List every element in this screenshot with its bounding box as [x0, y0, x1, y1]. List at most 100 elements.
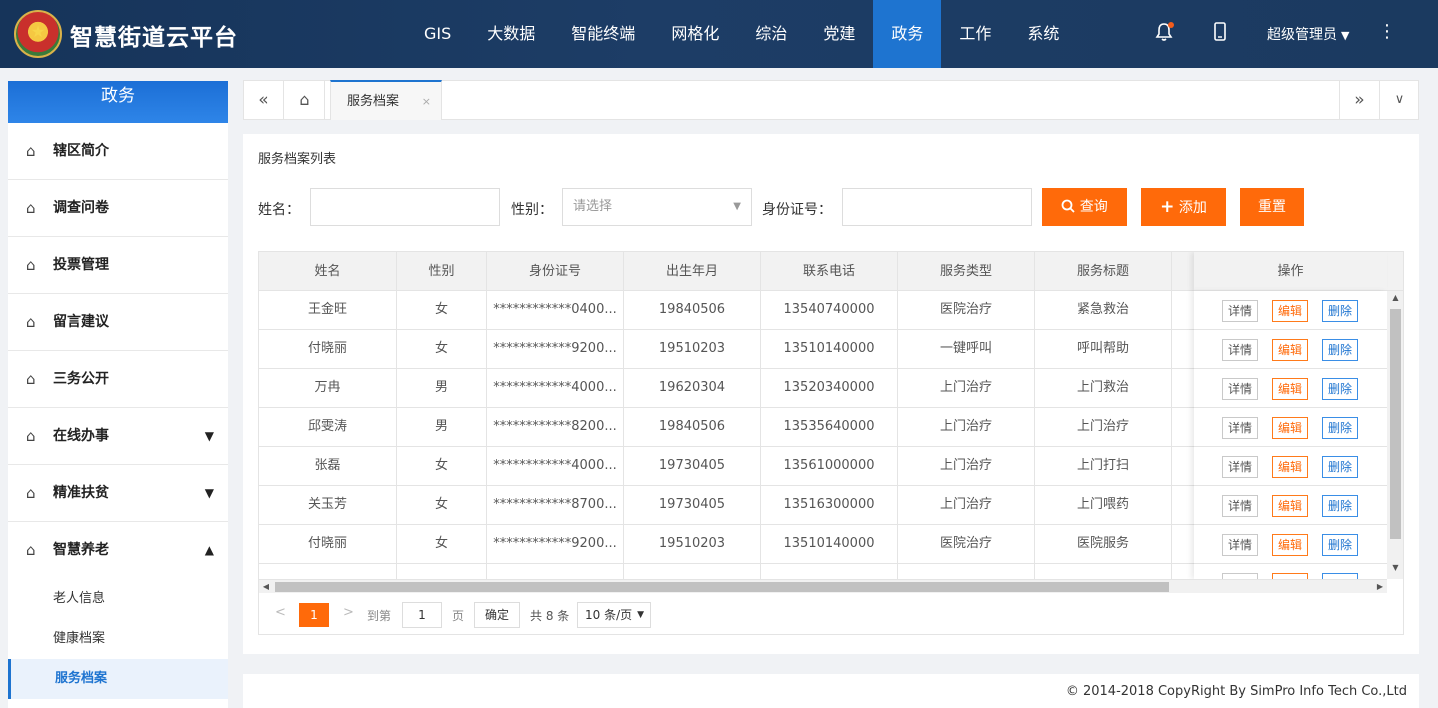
nav-governance[interactable]: 综治 — [737, 0, 805, 68]
sidebar-item-suggestions[interactable]: ⌂ 留言建议 — [8, 294, 228, 351]
nav-party[interactable]: 党建 — [805, 0, 873, 68]
next-page-icon[interactable]: > — [343, 605, 354, 620]
sidebar-item-survey[interactable]: ⌂ 调查问卷 — [8, 180, 228, 237]
cell-name: 万冉 — [259, 369, 397, 407]
sidebar-subitem-elderly-info[interactable]: 老人信息 — [8, 579, 228, 619]
gender-placeholder: 请选择 — [573, 199, 613, 214]
vertical-scrollbar[interactable]: ▲ ▼ — [1387, 291, 1403, 579]
goto-page-input[interactable]: 1 — [402, 602, 442, 628]
emblem-logo: ★ — [14, 10, 62, 58]
more-vertical-icon[interactable]: ⋮ — [1378, 21, 1396, 42]
page-number-current[interactable]: 1 — [299, 603, 329, 627]
sidebar-item-district-intro[interactable]: ⌂ 辖区简介 — [8, 123, 228, 180]
delete-button[interactable]: 删除 — [1322, 339, 1358, 361]
goto-confirm-button[interactable]: 确定 — [474, 602, 520, 628]
cell-id-number: ************4000... — [487, 447, 624, 485]
nav-grid[interactable]: 网格化 — [653, 0, 737, 68]
chevron-down-icon[interactable]: ∨ — [1379, 81, 1419, 119]
add-button[interactable]: + 添加 — [1141, 188, 1226, 226]
cell-birth-date: 19620304 — [624, 369, 761, 407]
gender-select[interactable]: 请选择 ▼ — [562, 188, 752, 226]
cell-service-title: 上门治疗 — [1035, 408, 1172, 446]
sidebar-item-poverty-alleviation[interactable]: ⌂ 精准扶贫 ▼ — [8, 465, 228, 522]
name-input[interactable] — [310, 188, 500, 226]
close-icon[interactable]: × — [422, 82, 431, 122]
main-nav: GIS 大数据 智能终端 网格化 综治 党建 政务 工作 系统 — [406, 0, 1077, 68]
cell-service-type: 上门治疗 — [898, 486, 1035, 524]
tab-label: 服务档案 — [347, 94, 400, 109]
detail-button[interactable]: 详情 — [1222, 417, 1258, 439]
detail-button[interactable]: 详情 — [1222, 339, 1258, 361]
sidebar-item-public-affairs[interactable]: ⌂ 三务公开 — [8, 351, 228, 408]
sidebar-subitem-health-records[interactable]: 健康档案 — [8, 619, 228, 659]
delete-button[interactable]: 删除 — [1322, 456, 1358, 478]
edit-button[interactable]: 编辑 — [1272, 456, 1308, 478]
delete-button[interactable]: 删除 — [1322, 534, 1358, 556]
nav-smart-terminal[interactable]: 智能终端 — [553, 0, 653, 68]
scroll-up-icon[interactable]: ▲ — [1387, 293, 1403, 302]
bell-icon[interactable] — [1153, 22, 1175, 46]
nav-work[interactable]: 工作 — [941, 0, 1009, 68]
nav-system[interactable]: 系统 — [1009, 0, 1077, 68]
horizontal-scroll-thumb[interactable] — [275, 582, 1169, 592]
cell-empty — [898, 564, 1035, 579]
delete-button[interactable]: 删除 — [1322, 378, 1358, 400]
cell-gender: 女 — [397, 525, 487, 563]
cell-phone: 13516300000 — [761, 486, 898, 524]
delete-button[interactable]: 删除 — [1322, 417, 1358, 439]
detail-button[interactable]: 详情 — [1222, 495, 1258, 517]
delete-button[interactable]: 删除 — [1322, 300, 1358, 322]
edit-button[interactable]: 编辑 — [1272, 339, 1308, 361]
sidebar: 政务 ⌂ 辖区简介 ⌂ 调查问卷 ⌂ 投票管理 ⌂ 留言建议 ⌂ 三务公开 ⌂ 在线办事 ▼… — [8, 81, 228, 708]
edit-button[interactable]: 编辑 — [1272, 300, 1308, 322]
nav-gis[interactable]: GIS — [406, 0, 469, 68]
sidebar-item-label: 精准扶贫 — [53, 485, 109, 501]
id-number-input[interactable] — [842, 188, 1032, 226]
detail-button[interactable]: 详情 — [1222, 300, 1258, 322]
nav-bigdata[interactable]: 大数据 — [469, 0, 553, 68]
edit-button[interactable]: 编辑 — [1272, 417, 1308, 439]
scroll-tabs-right-icon[interactable]: » — [1339, 81, 1379, 119]
copyright-text: © 2014-2018 CopyRight By SimPro Info Tec… — [1065, 684, 1407, 699]
cell-gender: 女 — [397, 486, 487, 524]
cell-service-type: 一键呼叫 — [898, 330, 1035, 368]
tab-service-records[interactable]: 服务档案 × — [330, 80, 442, 120]
delete-button[interactable]: 删除 — [1322, 495, 1358, 517]
caret-down-icon: ▼ — [204, 429, 214, 443]
scroll-down-icon[interactable]: ▼ — [1387, 563, 1403, 572]
footer: © 2014-2018 CopyRight By SimPro Info Tec… — [243, 674, 1419, 708]
cell-name: 邱雯涛 — [259, 408, 397, 446]
cell-phone: 13561000000 — [761, 447, 898, 485]
scroll-right-icon[interactable]: ▶ — [1373, 580, 1387, 594]
sidebar-item-voting[interactable]: ⌂ 投票管理 — [8, 237, 228, 294]
home-icon: ⌂ — [26, 484, 36, 502]
cell-id-number: ************0400... — [487, 291, 624, 329]
edit-button[interactable]: 编辑 — [1272, 378, 1308, 400]
plus-icon: + — [1160, 197, 1175, 217]
scroll-left-icon[interactable]: ◀ — [259, 580, 273, 594]
sidebar-item-smart-elderly-care[interactable]: ⌂ 智慧养老 ▲ — [8, 522, 228, 579]
home-tab-icon[interactable]: ⌂ — [285, 81, 325, 119]
user-menu[interactable]: 超级管理员 ▼ — [1267, 24, 1349, 44]
vertical-scroll-thumb[interactable] — [1390, 309, 1401, 539]
page-size-select[interactable]: 10 条/页 ▼ — [577, 602, 651, 628]
actions-row: 详情 编辑 删除 — [1194, 408, 1387, 447]
edit-button[interactable]: 编辑 — [1272, 495, 1308, 517]
nav-government-affairs[interactable]: 政务 — [873, 0, 942, 68]
search-button[interactable]: 查询 — [1042, 188, 1127, 226]
detail-button[interactable]: 详情 — [1222, 456, 1258, 478]
sidebar-item-online-services[interactable]: ⌂ 在线办事 ▼ — [8, 408, 228, 465]
scroll-tabs-left-icon[interactable]: « — [244, 81, 284, 119]
search-icon — [1061, 199, 1075, 213]
detail-button[interactable]: 详情 — [1222, 378, 1258, 400]
detail-button[interactable]: 详情 — [1222, 534, 1258, 556]
caret-down-icon: ▼ — [1341, 29, 1350, 42]
mobile-icon[interactable] — [1209, 22, 1231, 46]
actions-row: 详情 编辑 删除 — [1194, 369, 1387, 408]
cell-id-number: ************8700... — [487, 486, 624, 524]
reset-button[interactable]: 重置 — [1240, 188, 1304, 226]
prev-page-icon[interactable]: < — [275, 605, 286, 620]
edit-button[interactable]: 编辑 — [1272, 534, 1308, 556]
sidebar-subitem-service-records[interactable]: 服务档案 — [8, 659, 228, 699]
horizontal-scrollbar[interactable]: ◀ ▶ — [259, 579, 1387, 593]
